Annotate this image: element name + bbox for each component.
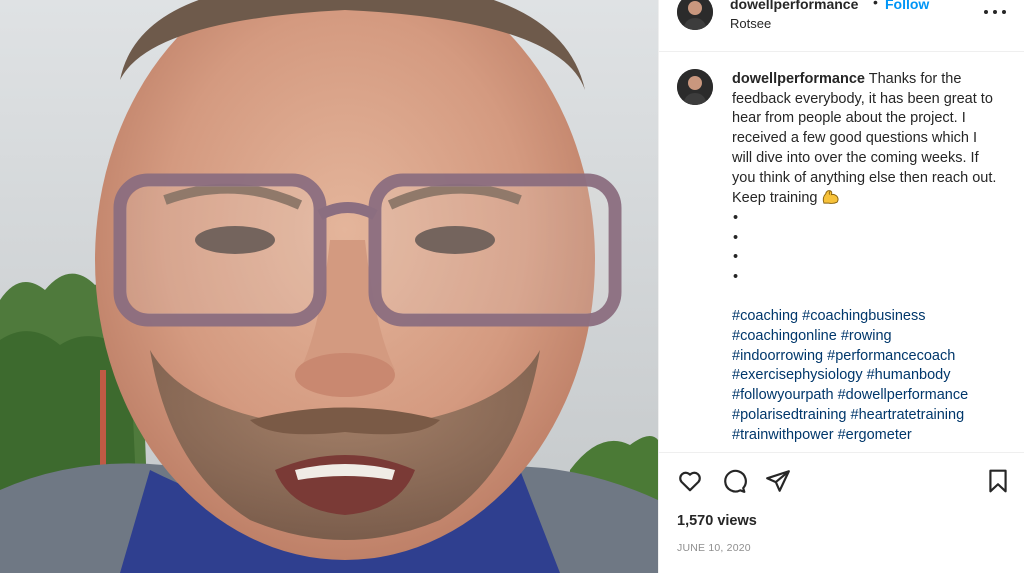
hashtag-link[interactable]: #polarisedtraining	[732, 407, 846, 423]
hashtag-link[interactable]: #humanbody	[867, 367, 951, 383]
flexed-biceps-icon	[823, 190, 840, 205]
hashtag-list: #coaching #coachingbusiness #coachingonl…	[732, 307, 1000, 445]
bullet: •	[733, 268, 739, 285]
hashtag-link[interactable]: #followyourpath	[732, 387, 834, 403]
more-horizontal-icon[interactable]	[981, 2, 1009, 22]
profile-picture	[677, 0, 713, 30]
video-frame-image	[0, 0, 658, 573]
caption-section: dowellperformance Thanks for the feedbac…	[659, 52, 1024, 452]
comment-icon[interactable]	[721, 468, 747, 494]
post-footer: 1,570 views JUNE 10, 2020	[659, 452, 1024, 573]
avatar[interactable]	[677, 0, 713, 30]
post-details-panel: dowellperformance • Follow Rotsee dowell…	[658, 0, 1024, 573]
location-link[interactable]: Rotsee	[730, 16, 771, 31]
hashtag-link[interactable]: #rowing	[841, 328, 892, 344]
post-header: dowellperformance • Follow Rotsee	[659, 0, 1024, 52]
profile-picture	[677, 69, 713, 105]
hashtag-link[interactable]: #trainwithpower	[732, 427, 834, 443]
share-icon[interactable]	[765, 468, 791, 494]
caption-username[interactable]: dowellperformance	[732, 71, 865, 87]
bullet: •	[733, 209, 739, 226]
caption-text: dowellperformance Thanks for the feedbac…	[732, 70, 1000, 445]
hashtag-link[interactable]: #coaching	[732, 308, 798, 324]
bookmark-icon[interactable]	[985, 468, 1011, 494]
hashtag-link[interactable]: #indoorrowing	[732, 348, 823, 364]
bullet: •	[733, 229, 739, 246]
bullet-list: • • • •	[732, 209, 1000, 288]
header-username[interactable]: dowellperformance	[730, 0, 858, 12]
hashtag-link[interactable]: #ergometer	[838, 427, 912, 443]
bullet: •	[733, 249, 739, 266]
caption-avatar[interactable]	[677, 69, 713, 105]
hashtag-link[interactable]: #performancecoach	[827, 348, 955, 364]
hashtag-link[interactable]: #exercisephysiology	[732, 367, 863, 383]
post-media-video[interactable]	[0, 0, 658, 573]
follow-button[interactable]: Follow	[885, 0, 929, 12]
heart-icon[interactable]	[677, 468, 703, 494]
caption-body: Thanks for the feedback everybody, it ha…	[732, 71, 997, 207]
post-date: JUNE 10, 2020	[677, 542, 751, 554]
hashtag-link[interactable]: #heartratetraining	[851, 407, 965, 423]
hashtag-link[interactable]: #dowellperformance	[838, 387, 969, 403]
hashtag-link[interactable]: #coachingonline	[732, 328, 837, 344]
separator-dot: •	[873, 0, 878, 10]
views-count[interactable]: 1,570 views	[677, 513, 757, 529]
hashtag-link[interactable]: #coachingbusiness	[802, 308, 925, 324]
